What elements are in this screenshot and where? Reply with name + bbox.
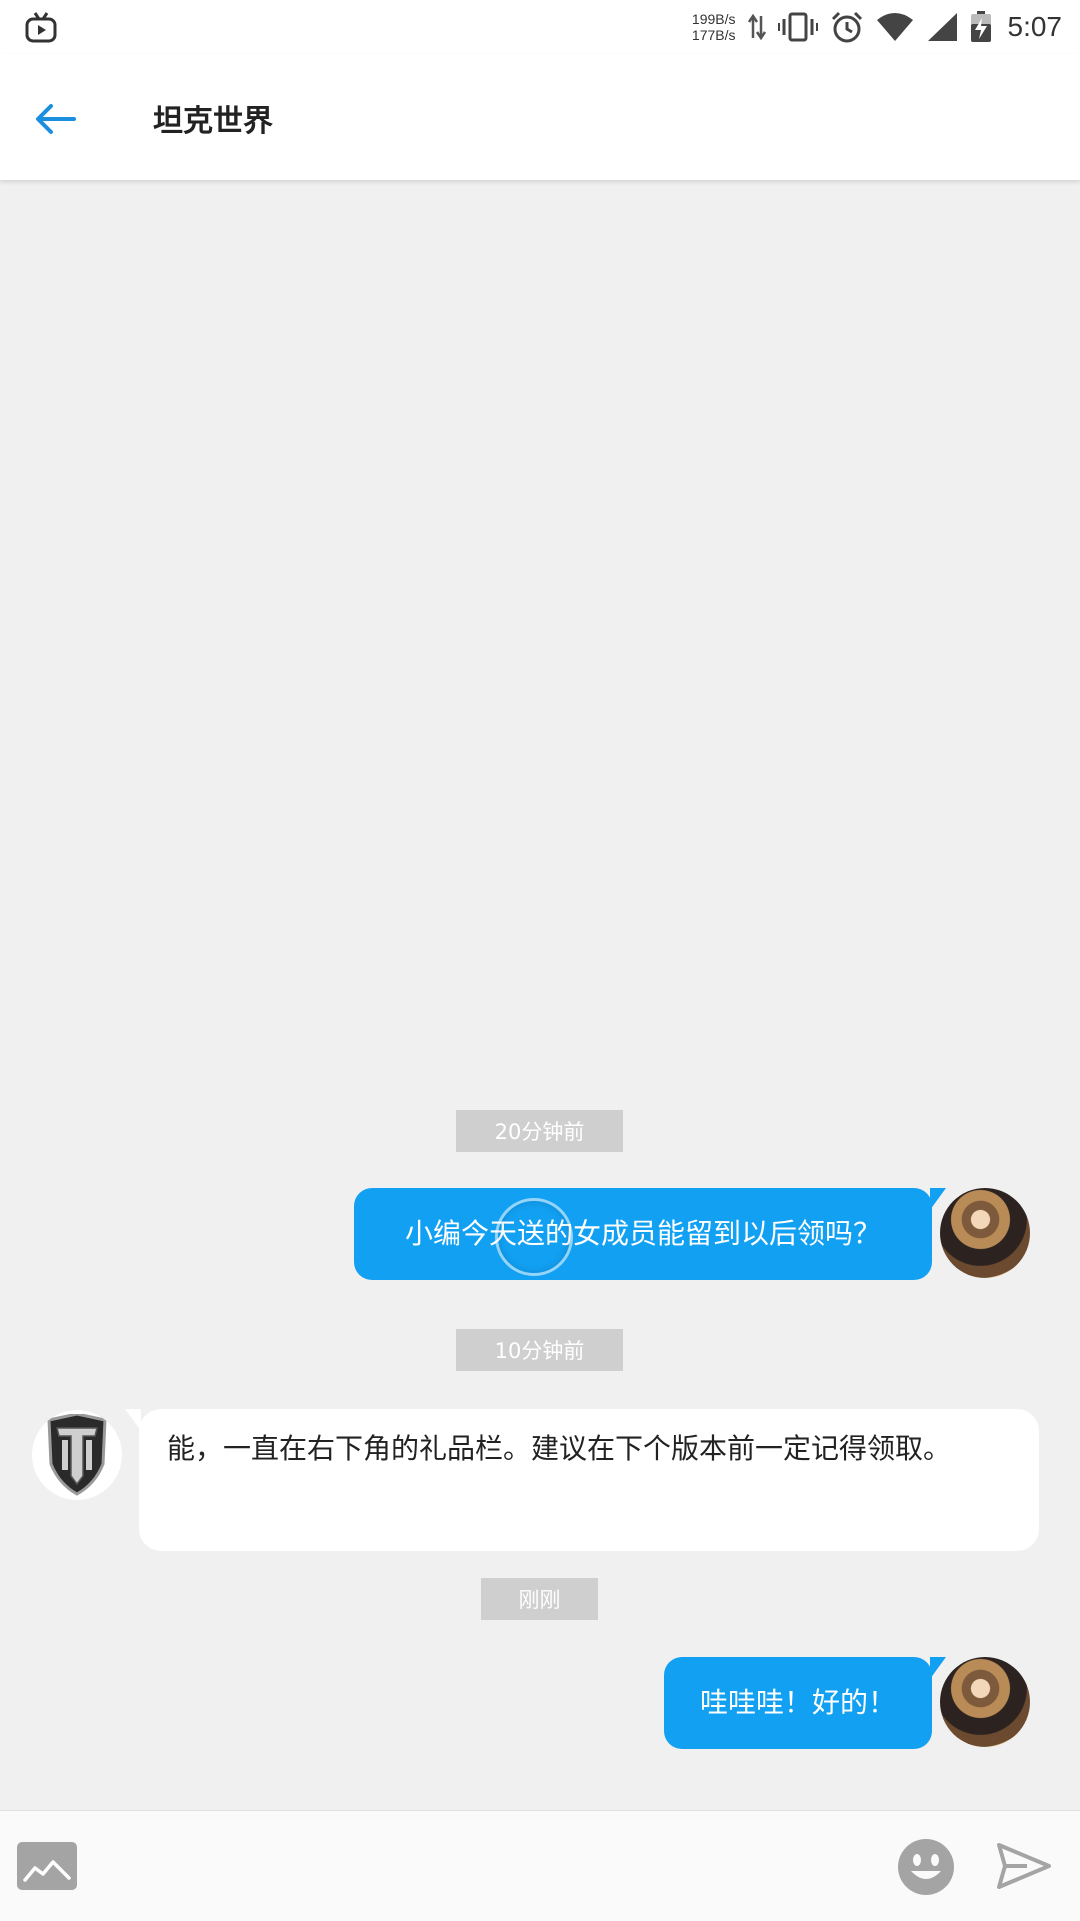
app-bar: 坦克世界 — [0, 54, 1080, 180]
back-button[interactable] — [24, 88, 86, 150]
alarm-icon — [830, 11, 864, 43]
world-of-tanks-avatar[interactable] — [32, 1410, 122, 1500]
world-of-tanks-logo-icon — [47, 1414, 107, 1496]
message-bubble-outgoing[interactable]: 哇哇哇！好的！ — [664, 1657, 946, 1749]
tv-app-icon — [24, 10, 58, 44]
wifi-icon — [876, 12, 914, 42]
network-speed: 199B/s 177B/s — [692, 11, 736, 43]
image-button[interactable] — [16, 1841, 78, 1891]
image-icon — [17, 1842, 77, 1890]
arrow-left-icon — [36, 104, 76, 134]
user-avatar[interactable] — [940, 1188, 1030, 1278]
message-timestamp: 刚刚 — [481, 1578, 598, 1620]
net-down-speed: 177B/s — [691, 27, 736, 43]
cellular-signal-icon — [926, 12, 958, 42]
page-title: 坦克世界 — [153, 104, 273, 139]
vibrate-icon — [777, 12, 818, 42]
message-bubble-outgoing[interactable]: 小编今天送的女成员能留到以后领吗？ — [354, 1188, 946, 1280]
data-transfer-icon — [747, 12, 766, 42]
message-timestamp: 10分钟前 — [456, 1329, 623, 1371]
chat-message-list[interactable]: 20分钟前 小编今天送的女成员能留到以后领吗？ 10分钟前 能，一直在右下角的礼… — [0, 180, 1080, 1810]
send-button[interactable] — [996, 1841, 1052, 1891]
user-avatar[interactable] — [940, 1657, 1030, 1747]
message-bubble-incoming[interactable]: 能，一直在右下角的礼品栏。建议在下个版本前一定记得领取。 — [125, 1409, 1039, 1551]
net-up-speed: 199B/s — [691, 11, 736, 27]
battery-charging-icon — [970, 11, 992, 43]
clock-time: 5:07 — [1007, 11, 1063, 42]
emoji-button[interactable] — [896, 1837, 956, 1897]
message-timestamp: 20分钟前 — [456, 1110, 623, 1152]
message-input-bar — [0, 1810, 1080, 1921]
send-icon — [997, 1843, 1051, 1889]
emoji-icon — [898, 1839, 954, 1895]
status-icons: 199B/s 177B/s 5:07 — [692, 8, 1062, 46]
status-bar: 199B/s 177B/s 5:07 — [0, 0, 1080, 54]
